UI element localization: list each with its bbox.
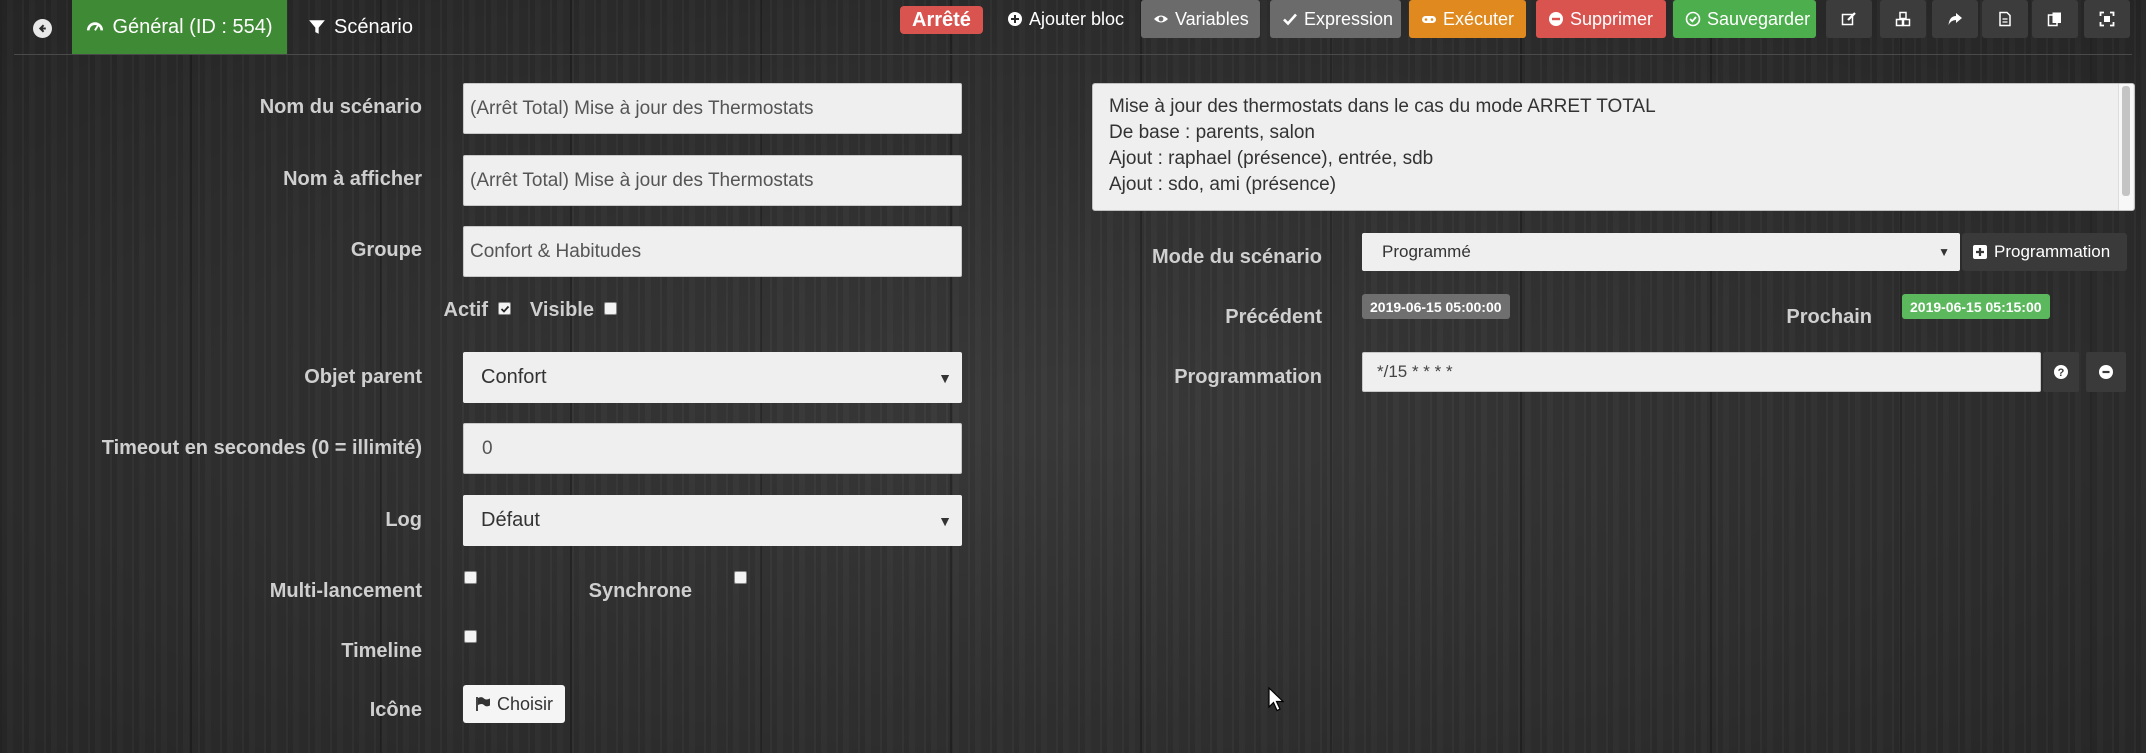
delete-label: Supprimer bbox=[1570, 8, 1654, 29]
timeout-label: Timeout en secondes (0 = illimité) bbox=[101, 437, 422, 459]
programmation-button[interactable]: Programmation bbox=[1962, 233, 2127, 271]
save-label: Sauvegarder bbox=[1707, 8, 1811, 29]
timeline-label: Timeline bbox=[341, 640, 422, 662]
expression-button[interactable]: Expression bbox=[1270, 0, 1401, 38]
visible-checkbox[interactable] bbox=[604, 302, 617, 315]
multi-launch-label: Multi-lancement bbox=[269, 580, 422, 602]
description-line: Mise à jour des thermostats dans le cas … bbox=[1109, 96, 1656, 117]
log-select[interactable]: Défaut ▼ bbox=[463, 495, 962, 546]
cron-label: Programmation bbox=[1174, 366, 1322, 388]
timeout-input[interactable]: 0 bbox=[463, 423, 962, 474]
eye-icon bbox=[1154, 15, 1168, 23]
display-name-label: Nom à afficher bbox=[283, 168, 422, 190]
programmation-button-label: Programmation bbox=[1994, 242, 2111, 261]
cubes-icon bbox=[1895, 11, 1911, 27]
users-button[interactable] bbox=[1880, 0, 1926, 38]
group-input[interactable]: Confort & Habitudes bbox=[463, 226, 962, 277]
delete-button[interactable]: Supprimer bbox=[1536, 0, 1666, 38]
share-button[interactable] bbox=[1932, 0, 1978, 38]
check-circle-icon bbox=[1685, 11, 1701, 27]
status-badge: Arrêté bbox=[900, 6, 983, 34]
active-label: Actif bbox=[443, 299, 488, 321]
caret-down-icon: ▼ bbox=[938, 512, 952, 529]
copy-icon bbox=[2047, 12, 2061, 27]
arrow-left-icon bbox=[32, 18, 52, 38]
scenario-mode-value: Programmé bbox=[1382, 242, 1471, 261]
check-icon bbox=[500, 305, 509, 313]
synchronous-label: Synchrone bbox=[588, 580, 692, 602]
file-text-icon bbox=[1999, 11, 2011, 27]
group-label: Groupe bbox=[350, 239, 422, 261]
tab-scenario[interactable]: Scénario bbox=[300, 0, 438, 54]
flag-icon bbox=[476, 697, 490, 711]
log-label: Log bbox=[385, 509, 422, 531]
execute-button[interactable]: Exécuter bbox=[1409, 0, 1526, 38]
icon-label: Icône bbox=[369, 699, 422, 721]
copy-button[interactable] bbox=[2032, 0, 2078, 38]
timeline-checkbox[interactable] bbox=[464, 630, 477, 643]
execute-label: Exécuter bbox=[1443, 8, 1515, 29]
choose-icon-label: Choisir bbox=[496, 693, 553, 714]
cron-remove-button[interactable] bbox=[2086, 352, 2126, 392]
synchronous-checkbox[interactable] bbox=[734, 571, 747, 584]
next-label: Prochain bbox=[1786, 306, 1872, 328]
tab-scenario-label: Scénario bbox=[334, 15, 413, 38]
name-input[interactable]: (Arrêt Total) Mise à jour des Thermostat… bbox=[463, 83, 962, 134]
description-textarea[interactable]: Mise à jour des thermostats dans le cas … bbox=[1092, 83, 2135, 211]
mouse-cursor bbox=[1268, 686, 1286, 718]
gamepad-icon bbox=[1422, 16, 1436, 23]
parent-object-value: Confort bbox=[481, 366, 547, 388]
check-icon bbox=[1283, 13, 1297, 26]
tab-general[interactable]: Général (ID : 554) bbox=[72, 0, 287, 54]
variables-button[interactable]: Variables bbox=[1141, 0, 1260, 38]
edit-button[interactable] bbox=[1826, 0, 1872, 38]
description-scrollbar[interactable] bbox=[2118, 84, 2133, 210]
scenario-mode-label: Mode du scénario bbox=[1151, 246, 1322, 268]
svg-text:?: ? bbox=[2058, 367, 2065, 379]
dashboard-icon bbox=[87, 22, 104, 31]
caret-down-icon: ▼ bbox=[938, 369, 952, 386]
fullscreen-icon bbox=[2099, 11, 2115, 27]
plus-square-icon bbox=[1973, 245, 1987, 259]
back-button[interactable] bbox=[22, 8, 62, 48]
filter-icon bbox=[309, 20, 325, 34]
log-value: Défaut bbox=[481, 509, 540, 531]
share-icon bbox=[1948, 13, 1962, 25]
previous-date-badge: 2019-06-15 05:00:00 bbox=[1362, 294, 1510, 319]
caret-down-icon: ▼ bbox=[1938, 245, 1950, 259]
description-line: Ajout : raphael (présence), entrée, sdb bbox=[1109, 148, 1434, 169]
parent-object-label: Objet parent bbox=[304, 366, 422, 388]
scrollbar-thumb[interactable] bbox=[2122, 86, 2130, 196]
minus-circle-icon bbox=[1549, 12, 1563, 26]
question-circle-icon: ? bbox=[2054, 365, 2068, 379]
cron-help-button[interactable]: ? bbox=[2043, 352, 2079, 392]
name-label: Nom du scénario bbox=[259, 96, 422, 118]
next-date-badge: 2019-06-15 05:15:00 bbox=[1902, 294, 2050, 319]
export-button[interactable] bbox=[2084, 0, 2130, 38]
add-block-label: Ajouter bloc bbox=[1029, 8, 1125, 29]
display-name-input[interactable]: (Arrêt Total) Mise à jour des Thermostat… bbox=[463, 155, 962, 206]
add-block-button[interactable]: Ajouter bloc bbox=[995, 0, 1136, 38]
log-button[interactable] bbox=[1982, 0, 2028, 38]
multi-launch-checkbox[interactable] bbox=[464, 571, 477, 584]
edit-icon bbox=[1841, 12, 1856, 26]
previous-label: Précédent bbox=[1225, 306, 1322, 328]
choose-icon-button[interactable]: Choisir bbox=[463, 685, 565, 723]
parent-object-select[interactable]: Confort ▼ bbox=[463, 352, 962, 403]
cron-input[interactable]: */15 * * * * bbox=[1362, 352, 2041, 392]
description-line: De base : parents, salon bbox=[1109, 122, 1315, 143]
save-button[interactable]: Sauvegarder bbox=[1673, 0, 1816, 38]
scenario-mode-select[interactable]: Programmé ▼ bbox=[1362, 233, 1960, 271]
description-line: Ajout : sdo, ami (présence) bbox=[1109, 174, 1337, 195]
expression-label: Expression bbox=[1304, 8, 1394, 29]
visible-label: Visible bbox=[529, 299, 594, 321]
variables-label: Variables bbox=[1175, 8, 1249, 29]
plus-circle-icon bbox=[1008, 12, 1022, 26]
tab-general-label: Général (ID : 554) bbox=[112, 15, 273, 38]
header-divider bbox=[14, 54, 2132, 55]
minus-circle-icon bbox=[2099, 365, 2113, 379]
